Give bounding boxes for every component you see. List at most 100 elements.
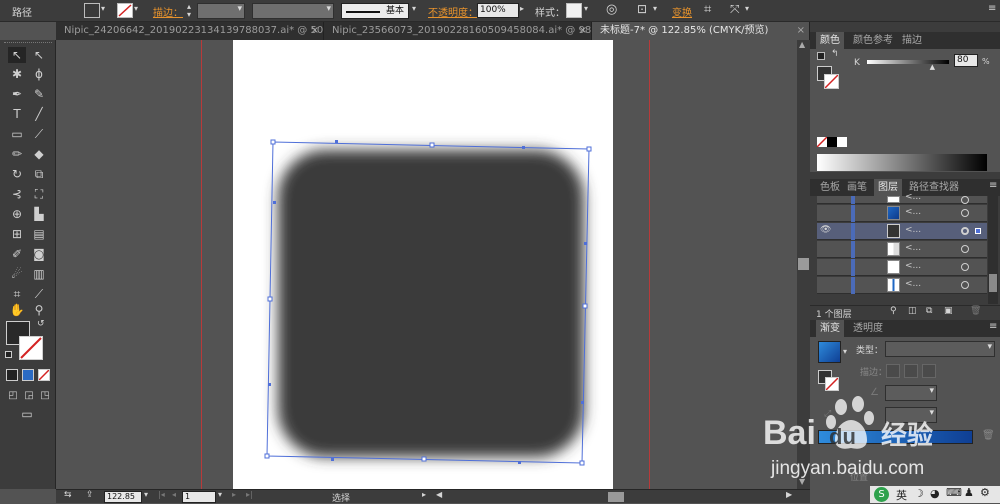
tab-stroke[interactable]: 描边 bbox=[898, 32, 926, 49]
chevron-down-icon[interactable]: ▾ bbox=[745, 4, 749, 13]
gradient-type-dropdown[interactable] bbox=[885, 341, 995, 357]
isolate-icon[interactable]: ⌗ bbox=[704, 2, 711, 17]
line-tool-icon[interactable]: ╱ bbox=[30, 106, 48, 122]
free-transform-tool-icon[interactable]: ⛶ bbox=[30, 186, 48, 202]
new-layer-icon[interactable]: ▣ bbox=[944, 306, 953, 316]
screen-mode-icon[interactable]: ▭ bbox=[18, 406, 36, 422]
gradient-aspect-field[interactable] bbox=[885, 407, 937, 423]
draw-inside-icon[interactable]: ◳ bbox=[36, 388, 54, 404]
k-value-field[interactable]: 80 bbox=[954, 54, 978, 67]
width-tool-icon[interactable]: ⊰ bbox=[8, 186, 26, 202]
gradient-slider-bar[interactable] bbox=[818, 430, 973, 444]
tab-transparency[interactable]: 透明度 bbox=[849, 320, 887, 337]
direct-selection-tool-icon[interactable]: ↖ bbox=[30, 47, 48, 63]
punctuation-icon[interactable]: ◕ bbox=[930, 487, 940, 500]
delete-layer-icon[interactable]: 🗑 bbox=[970, 306, 981, 316]
brush-definition-dropdown[interactable]: 基本 bbox=[341, 3, 409, 19]
mesh-tool-icon[interactable]: ⊞ bbox=[8, 226, 26, 242]
stroke-color-swatch[interactable] bbox=[19, 336, 43, 360]
selection-tool-icon[interactable]: ↖ bbox=[8, 47, 26, 63]
swap-fill-stroke-icon[interactable]: ↰ bbox=[831, 49, 839, 59]
stroke-along-icon[interactable] bbox=[904, 364, 918, 378]
new-sublayer-icon[interactable]: ⧉ bbox=[926, 306, 932, 316]
paintbrush-tool-icon[interactable]: ⟋ bbox=[30, 126, 48, 142]
half-width-icon[interactable]: ☽ bbox=[914, 487, 924, 500]
ime-language-indicator[interactable]: 英 bbox=[896, 487, 907, 503]
artboard-tool-icon[interactable]: ⌗ bbox=[8, 286, 26, 302]
stroke-swatch[interactable] bbox=[824, 74, 839, 89]
gradient-tool-icon[interactable]: ▤ bbox=[30, 226, 48, 242]
tab-gradient[interactable]: 渐变 bbox=[816, 320, 844, 337]
prev-artboard-icon[interactable]: ◂ bbox=[172, 490, 176, 499]
export-icon[interactable]: ⇪ bbox=[86, 490, 94, 500]
scroll-up-icon[interactable]: ▲ bbox=[799, 40, 805, 49]
selected-art-indicator[interactable] bbox=[975, 228, 981, 234]
hand-tool-icon[interactable]: ✋ bbox=[8, 302, 26, 318]
symbol-sprayer-tool-icon[interactable]: ☄ bbox=[8, 266, 26, 282]
tab-document-1[interactable]: Nipic_24206642_20190223134139788037.ai* … bbox=[56, 22, 324, 40]
rectangle-tool-icon[interactable]: ▭ bbox=[8, 126, 26, 142]
curvature-tool-icon[interactable]: ✎ bbox=[30, 86, 48, 102]
tab-document-active[interactable]: 未标题-7* @ 122.85% (CMYK/预览) × bbox=[592, 22, 810, 40]
rotate-tool-icon[interactable]: ↻ bbox=[8, 166, 26, 182]
horizontal-scroll-thumb[interactable] bbox=[608, 492, 624, 502]
keyboard-icon[interactable]: ⌨ bbox=[946, 486, 962, 499]
settings-icon[interactable]: ⚙ bbox=[980, 486, 990, 499]
layers-scrollbar[interactable] bbox=[988, 196, 998, 304]
next-artboard-icon[interactable]: ▸ bbox=[232, 490, 236, 499]
align-icon[interactable]: ⊡ bbox=[637, 2, 647, 16]
eraser-tool-icon[interactable]: ◆ bbox=[30, 146, 48, 162]
stroke-across-icon[interactable] bbox=[922, 364, 936, 378]
none-mode-icon[interactable] bbox=[38, 369, 50, 381]
variable-width-dropdown[interactable] bbox=[252, 3, 334, 19]
scroll-right-icon[interactable]: ▶ bbox=[786, 490, 792, 499]
stroke-swatch[interactable] bbox=[117, 3, 133, 18]
gradient-stroke-swatch[interactable] bbox=[825, 377, 839, 391]
vertical-scrollbar[interactable]: ▲ ▼ bbox=[797, 40, 810, 489]
blurred-rounded-square[interactable] bbox=[278, 150, 584, 457]
zoom-dropdown-icon[interactable]: ▾ bbox=[144, 490, 148, 499]
panel-grip[interactable] bbox=[4, 42, 52, 44]
slice-tool-icon[interactable]: ⟋ bbox=[30, 286, 48, 302]
arrange-icon[interactable]: ⤧ bbox=[730, 2, 740, 17]
delete-stop-icon[interactable]: 🗑 bbox=[982, 430, 995, 441]
none-swatch[interactable] bbox=[817, 137, 827, 147]
tab-color-guide[interactable]: 颜色参考 bbox=[849, 32, 897, 49]
chevron-down-icon[interactable]: ▾ bbox=[412, 4, 416, 13]
visibility-eye-icon[interactable]: 👁 bbox=[820, 225, 831, 235]
layer-row[interactable]: <... bbox=[817, 259, 987, 276]
first-artboard-icon[interactable]: |◂ bbox=[158, 490, 165, 499]
white-swatch[interactable] bbox=[837, 137, 847, 147]
tab-layers[interactable]: 图层 bbox=[874, 179, 902, 196]
default-colors-icon[interactable] bbox=[5, 351, 12, 358]
panel-menu-icon[interactable]: ≡ bbox=[989, 321, 997, 332]
scroll-thumb[interactable] bbox=[989, 274, 997, 292]
zoom-tool-icon[interactable]: ⚲ bbox=[30, 302, 48, 318]
document-canvas[interactable] bbox=[56, 40, 797, 489]
tab-color[interactable]: 颜色 bbox=[816, 32, 844, 49]
black-swatch[interactable] bbox=[827, 137, 837, 147]
eyedropper-tool-icon[interactable]: ✐ bbox=[8, 246, 26, 262]
make-clipping-mask-icon[interactable]: ◫ bbox=[908, 306, 917, 316]
color-mode-icon[interactable] bbox=[6, 369, 18, 381]
opacity-label[interactable]: 不透明度： bbox=[428, 4, 478, 19]
gradient-preview-swatch[interactable] bbox=[818, 341, 841, 363]
chevron-down-icon[interactable]: ▾ bbox=[843, 347, 847, 356]
layer-row[interactable]: <... bbox=[817, 205, 987, 222]
tab-brushes[interactable]: 画笔 bbox=[843, 179, 871, 196]
gradient-mode-icon[interactable] bbox=[22, 369, 34, 381]
close-icon[interactable]: × bbox=[311, 22, 319, 40]
last-artboard-icon[interactable]: ▸| bbox=[246, 490, 253, 499]
stroke-label[interactable]: 描边： bbox=[153, 4, 183, 19]
scroll-thumb[interactable] bbox=[798, 258, 809, 270]
chevron-down-icon[interactable]: ▾ bbox=[584, 4, 588, 13]
stroke-weight-dropdown[interactable] bbox=[197, 3, 245, 19]
locate-object-icon[interactable]: ⚲ bbox=[890, 306, 897, 316]
default-fill-stroke-icon[interactable] bbox=[817, 52, 825, 60]
lasso-tool-icon[interactable]: ϕ bbox=[30, 66, 48, 82]
pen-tool-icon[interactable]: ✒ bbox=[8, 86, 26, 102]
status-menu-icon[interactable]: ▸ bbox=[422, 490, 426, 499]
fill-swatch[interactable] bbox=[84, 3, 100, 18]
stroke-within-icon[interactable] bbox=[886, 364, 900, 378]
zoom-field[interactable]: 122.85 bbox=[104, 491, 142, 503]
